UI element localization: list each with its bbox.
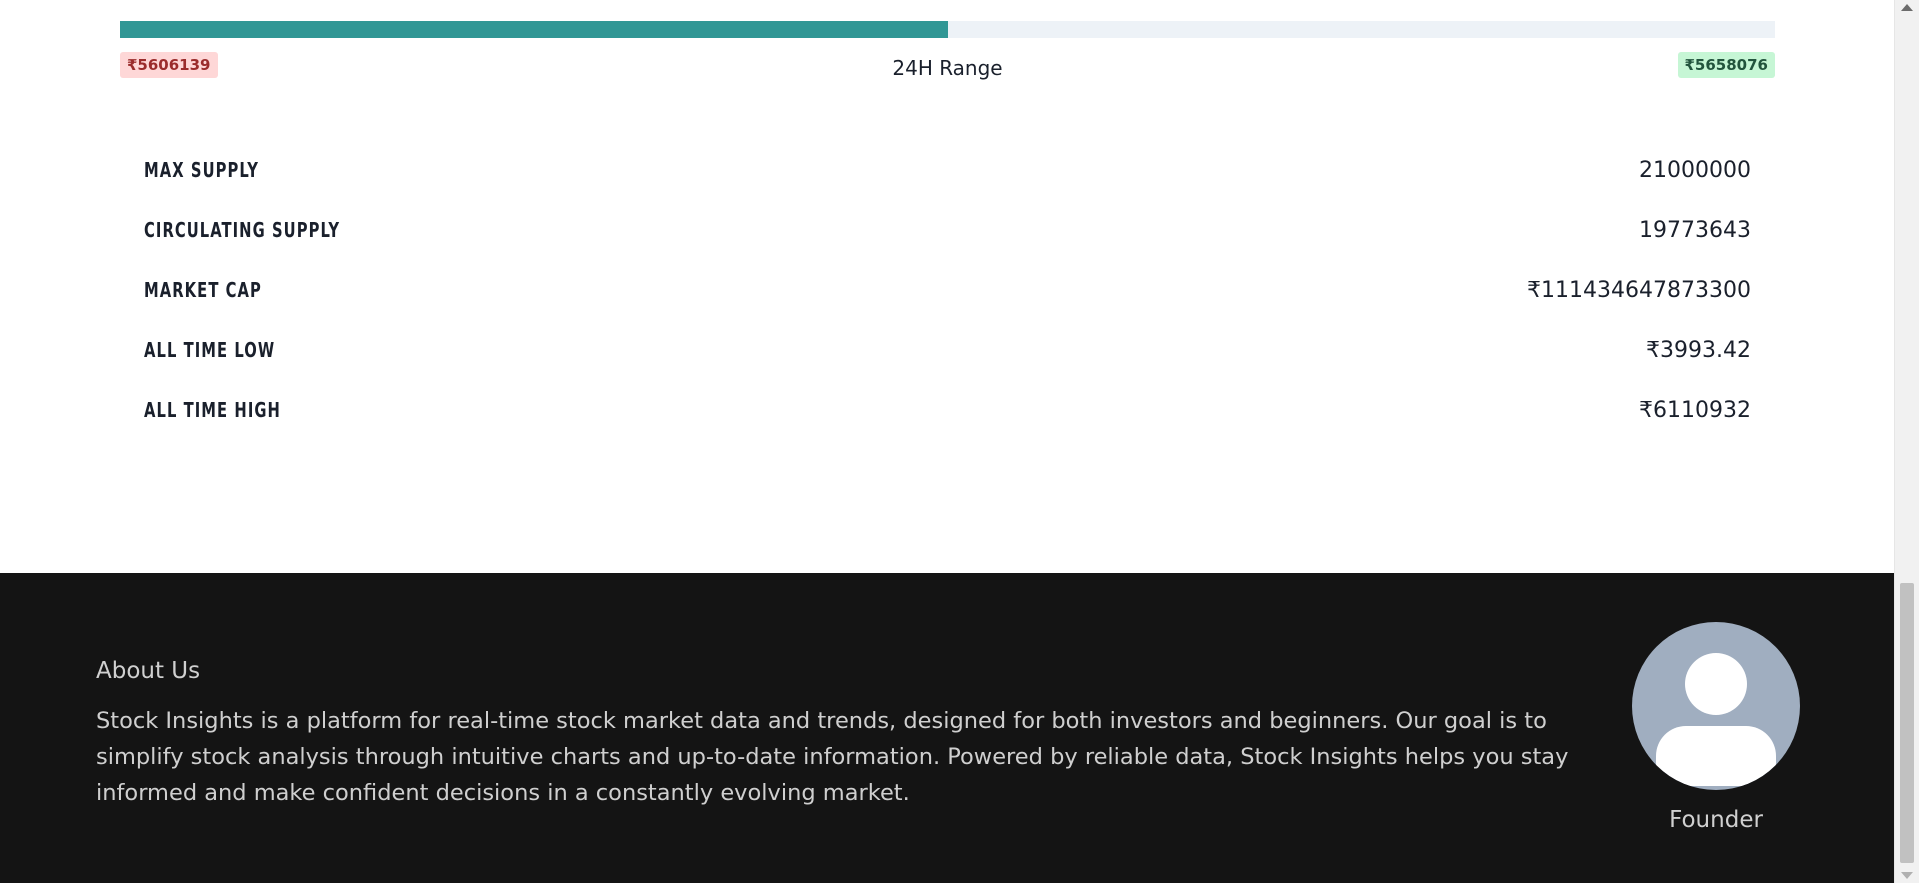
range-section: ₹5606139 24H Range ₹5658076 [120,21,1775,84]
about-text: Stock Insights is a platform for real-ti… [96,708,1569,806]
stat-row-all-time-high: ALL TIME HIGH ₹6110932 [120,388,1775,448]
avatar-body [1656,726,1776,786]
stat-label: MARKET CAP [144,278,262,302]
range-label: 24H Range [892,56,1003,80]
stat-value: ₹111434647873300 [1527,278,1751,303]
stats-table: MAX SUPPLY 21000000 CIRCULATING SUPPLY 1… [120,148,1775,448]
founder-label: Founder [1669,807,1763,833]
stat-row-max-supply: MAX SUPPLY 21000000 [120,148,1775,208]
stat-label: ALL TIME LOW [144,338,276,362]
stat-label: ALL TIME HIGH [144,398,281,422]
scroll-up-arrow-icon[interactable] [1901,4,1913,11]
stat-row-circulating-supply: CIRCULATING SUPPLY 19773643 [120,208,1775,268]
footer: About Us Stock Insights is a platform fo… [0,573,1895,883]
scrollbar-thumb[interactable] [1900,583,1914,863]
range-bar-fill [120,21,948,38]
range-bar [120,21,1775,38]
stat-label: CIRCULATING SUPPLY [144,218,341,242]
stat-value: ₹3993.42 [1646,338,1751,363]
stat-value: 19773643 [1639,218,1751,243]
vertical-scrollbar[interactable] [1894,0,1919,883]
stat-value: ₹6110932 [1639,398,1751,423]
about-title: About Us [96,658,201,684]
page: ₹5606139 24H Range ₹5658076 MAX SUPPLY 2… [0,0,1895,883]
stat-row-market-cap: MARKET CAP ₹111434647873300 [120,268,1775,328]
user-avatar-icon [1632,622,1800,790]
range-high-badge: ₹5658076 [1677,52,1775,78]
stat-label: MAX SUPPLY [144,158,260,182]
stat-row-all-time-low: ALL TIME LOW ₹3993.42 [120,328,1775,388]
avatar-head [1685,653,1747,715]
stat-value: 21000000 [1639,158,1751,183]
scroll-down-arrow-icon[interactable] [1901,872,1913,879]
